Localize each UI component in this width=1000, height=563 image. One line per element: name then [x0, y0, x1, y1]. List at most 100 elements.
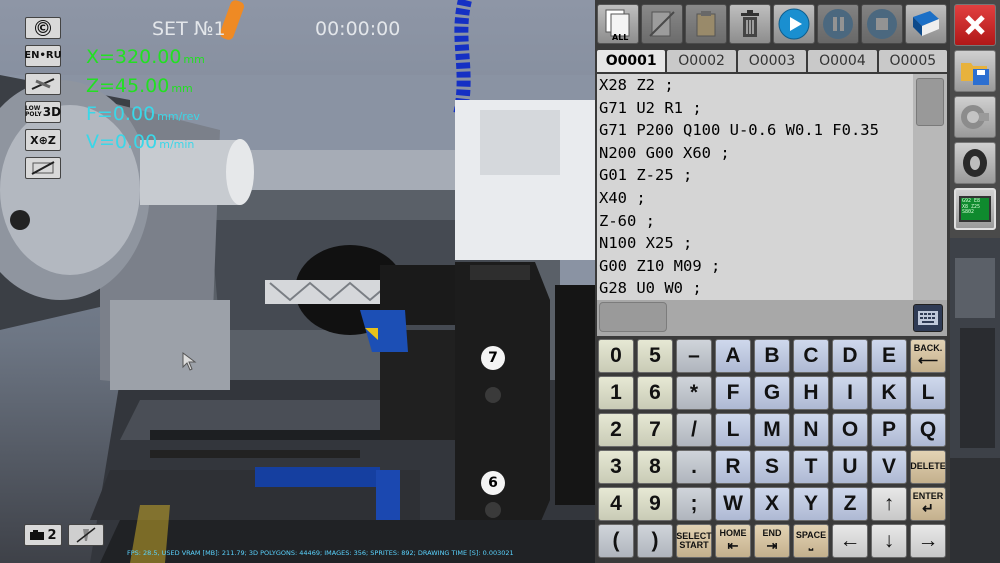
status-line: FPS: 28.5, USED VRAM [MB]: 211.79; 3D PO…	[127, 549, 514, 557]
machine-3d-viewport[interactable]: 7 6 © EN•RU LOW POLY 3D X⊕Z SET №1 00:00…	[0, 0, 595, 563]
key-u[interactable]: U	[832, 450, 868, 484]
delete-program-button[interactable]	[729, 4, 771, 44]
code-line[interactable]: G71 U2 R1 ;	[597, 97, 913, 120]
tool-setup-button[interactable]	[954, 96, 996, 138]
key-minus[interactable]: –	[676, 339, 712, 373]
key-e[interactable]: E	[871, 339, 907, 373]
code-line[interactable]: G28 U0 W0 ;	[597, 277, 913, 300]
key-n[interactable]: N	[793, 413, 829, 447]
key-arrow-up[interactable]: ↑	[871, 487, 907, 521]
pause-button[interactable]	[817, 4, 859, 44]
language-button[interactable]: EN•RU	[24, 45, 62, 67]
key-slash[interactable]: /	[676, 413, 712, 447]
key-5[interactable]: 5	[637, 339, 673, 373]
key-open-paren[interactable]: (	[598, 524, 634, 558]
key-3[interactable]: 3	[598, 450, 634, 484]
key-s[interactable]: S	[754, 450, 790, 484]
key-f[interactable]: F	[715, 376, 751, 410]
axis-button[interactable]: X⊕Z	[25, 129, 61, 151]
key-i[interactable]: I	[832, 376, 868, 410]
key-backspace[interactable]: BACK. ⟵	[910, 339, 946, 373]
tab-o0005[interactable]: O0005	[878, 50, 948, 72]
key-delete[interactable]: DELETE	[910, 450, 946, 484]
tab-o0003[interactable]: O0003	[737, 50, 807, 72]
key-p[interactable]: P	[871, 413, 907, 447]
key-close-paren[interactable]: )	[637, 524, 673, 558]
key-space[interactable]: SPACE ⎵	[793, 524, 829, 558]
code-line[interactable]: N200 G00 X60 ;	[597, 142, 913, 165]
code-line[interactable]: X40 ;	[597, 187, 913, 210]
key-r[interactable]: R	[715, 450, 751, 484]
key-q[interactable]: Q	[910, 413, 946, 447]
key-h[interactable]: H	[793, 376, 829, 410]
key-w[interactable]: W	[715, 487, 751, 521]
save-button[interactable]	[954, 50, 996, 92]
scrollbar-thumb[interactable]	[916, 78, 944, 126]
key-select-start[interactable]: SELECT START	[676, 524, 712, 558]
play-button[interactable]	[773, 4, 815, 44]
copyright-button[interactable]: ©	[25, 17, 61, 39]
turret-position-label: 6	[488, 475, 498, 491]
editor-vertical-scrollbar[interactable]	[913, 74, 947, 300]
key-7[interactable]: 7	[637, 413, 673, 447]
cnc-screen-button[interactable]: G92 E8 X8 Z25 S802	[954, 188, 996, 230]
key-x[interactable]: X	[754, 487, 790, 521]
key-8[interactable]: 8	[637, 450, 673, 484]
hide-panel-button[interactable]	[25, 157, 61, 179]
tab-o0001[interactable]: O0001	[597, 50, 666, 72]
key-c[interactable]: C	[793, 339, 829, 373]
paste-button[interactable]	[685, 4, 727, 44]
close-button[interactable]	[954, 4, 996, 46]
key-dot[interactable]: .	[676, 450, 712, 484]
hide-tool-path-button[interactable]	[68, 524, 104, 546]
key-end[interactable]: END ⇥	[754, 524, 790, 558]
code-line[interactable]: N100 X25 ;	[597, 232, 913, 255]
workpiece-button[interactable]	[954, 142, 996, 184]
key-b[interactable]: B	[754, 339, 790, 373]
code-line[interactable]: G01 Z-25 ;	[597, 164, 913, 187]
code-line[interactable]: G71 P200 Q100 U-0.6 W0.1 F0.35	[597, 119, 913, 142]
code-line[interactable]: Z-60 ;	[597, 210, 913, 233]
hide-tool-button[interactable]	[25, 73, 61, 95]
low-poly-3d-button[interactable]: LOW POLY 3D	[25, 101, 61, 123]
key-1[interactable]: 1	[598, 376, 634, 410]
horizontal-scroll-thumb[interactable]	[599, 302, 667, 332]
key-arrow-right[interactable]: →	[910, 524, 946, 558]
key-semicolon[interactable]: ;	[676, 487, 712, 521]
select-all-button[interactable]: ALL	[597, 4, 639, 44]
key-y[interactable]: Y	[793, 487, 829, 521]
key-m[interactable]: M	[754, 413, 790, 447]
key-9[interactable]: 9	[637, 487, 673, 521]
key-asterisk[interactable]: *	[676, 376, 712, 410]
tab-o0002[interactable]: O0002	[667, 50, 736, 72]
key-k[interactable]: K	[871, 376, 907, 410]
key-d[interactable]: D	[832, 339, 868, 373]
stop-button[interactable]	[861, 4, 903, 44]
key-6[interactable]: 6	[637, 376, 673, 410]
keyboard-toggle-button[interactable]	[913, 304, 943, 332]
folder-save-icon	[961, 63, 989, 85]
key-t[interactable]: T	[793, 450, 829, 484]
key-l[interactable]: L	[715, 413, 751, 447]
key-o[interactable]: O	[832, 413, 868, 447]
key-2[interactable]: 2	[598, 413, 634, 447]
trash-icon	[741, 10, 759, 37]
key-enter[interactable]: ENTER ↵	[910, 487, 946, 521]
code-line[interactable]: G00 Z10 M09 ;	[597, 255, 913, 278]
key-a[interactable]: A	[715, 339, 751, 373]
key-l[interactable]: L	[910, 376, 946, 410]
camera-button[interactable]: 2	[24, 524, 62, 546]
tab-o0004[interactable]: O0004	[808, 50, 877, 72]
key-z[interactable]: Z	[832, 487, 868, 521]
key-v[interactable]: V	[871, 450, 907, 484]
key-g[interactable]: G	[754, 376, 790, 410]
manual-button[interactable]	[905, 4, 947, 44]
key-home[interactable]: HOME ⇤	[715, 524, 751, 558]
key-4[interactable]: 4	[598, 487, 634, 521]
key-arrow-down[interactable]: ↓	[871, 524, 907, 558]
code-line[interactable]: X28 Z2 ;	[597, 74, 913, 97]
cut-button[interactable]	[641, 4, 683, 44]
gcode-editor[interactable]: X28 Z2 ; G71 U2 R1 ; G71 P200 Q100 U-0.6…	[597, 74, 913, 300]
key-0[interactable]: 0	[598, 339, 634, 373]
key-arrow-left[interactable]: ←	[832, 524, 868, 558]
